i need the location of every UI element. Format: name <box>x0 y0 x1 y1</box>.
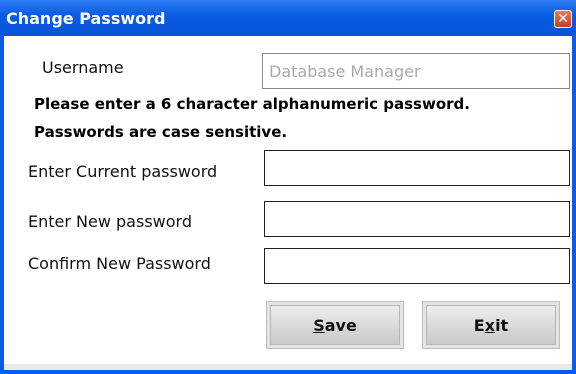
save-label-rest: ave <box>324 315 357 335</box>
username-label: Username <box>42 58 124 77</box>
title-bar[interactable]: Change Password ✕ <box>0 0 576 36</box>
confirm-password-input[interactable] <box>264 248 570 284</box>
current-password-label: Enter Current password <box>28 162 218 181</box>
exit-label-post: it <box>495 315 509 335</box>
save-button[interactable]: Save <box>266 301 404 349</box>
confirm-password-label: Confirm New Password <box>28 254 211 273</box>
new-password-label: Enter New password <box>28 212 192 231</box>
change-password-dialog: Change Password ✕ Username Please enter … <box>0 0 576 374</box>
exit-button[interactable]: Exit <box>422 301 560 349</box>
instruction-line-2: Passwords are case sensitive. <box>34 123 288 141</box>
save-mnemonic: S <box>313 315 325 335</box>
exit-mnemonic: x <box>484 315 496 335</box>
username-field <box>262 53 570 89</box>
window-title: Change Password <box>6 9 166 28</box>
status-strip <box>4 364 572 370</box>
instruction-line-1: Please enter a 6 character alphanumeric … <box>34 95 470 113</box>
close-icon[interactable]: ✕ <box>554 10 572 28</box>
current-password-input[interactable] <box>264 150 570 186</box>
exit-label-pre: E <box>473 315 485 335</box>
new-password-input[interactable] <box>264 201 570 237</box>
